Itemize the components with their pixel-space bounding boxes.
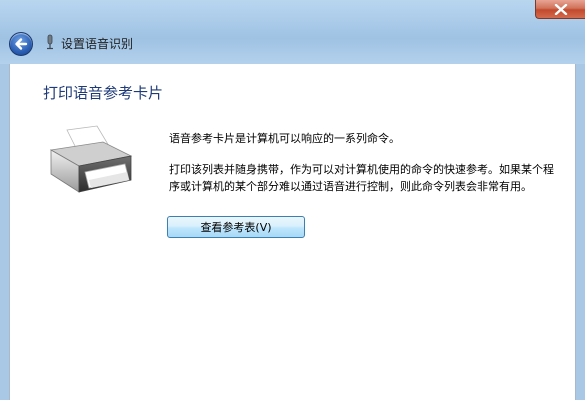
usage-text: 打印该列表并随身携带，作为可以对计算机使用的命令的快速参考。如果某个程序或计算机… (169, 163, 554, 193)
page-title: 打印语音参考卡片 (43, 84, 164, 102)
breadcrumb: 设置语音识别 (61, 37, 134, 51)
back-arrow-icon (15, 38, 28, 50)
description-text: 语音参考卡片是计算机可以响应的一系列命令。 (169, 132, 400, 145)
microphone-icon (45, 34, 55, 54)
view-reference-sheet-button[interactable]: 查看参考表(V) (167, 216, 305, 238)
close-button[interactable] (535, 0, 585, 19)
back-button[interactable] (9, 32, 33, 56)
window-frame-right (576, 64, 585, 400)
title-bar (0, 0, 585, 65)
window-frame-left (0, 64, 9, 400)
close-icon (536, 0, 585, 18)
printer-icon (45, 122, 137, 200)
